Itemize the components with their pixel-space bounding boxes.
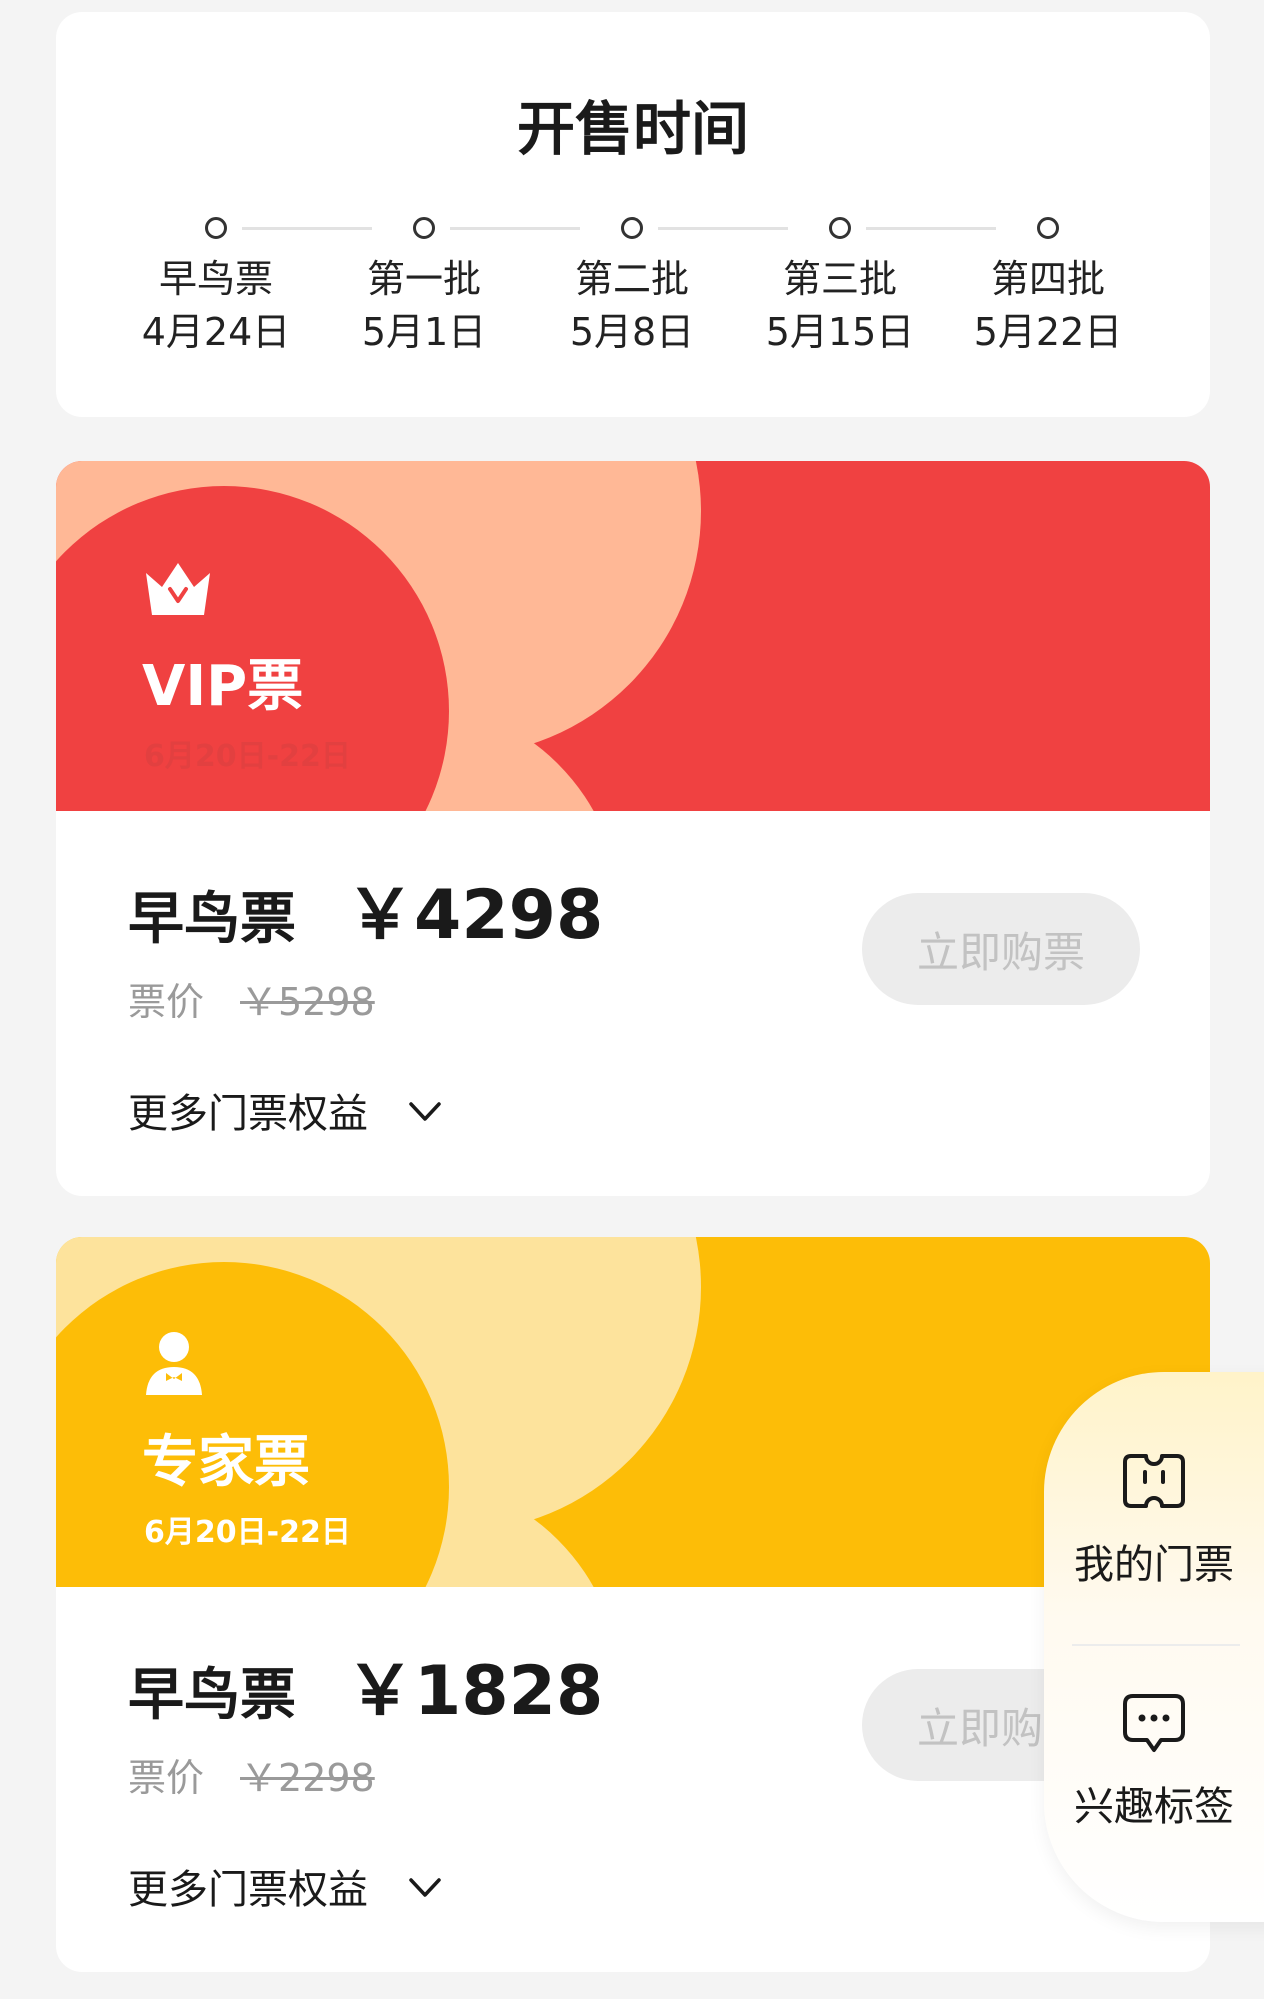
interest-tags-button[interactable]: 兴趣标签 <box>1044 1690 1264 1832</box>
step-date: 4月24日 <box>141 310 291 354</box>
ticket-banner: VIP票 6月20日-22日 <box>56 461 1210 811</box>
tier-price-line: 早鸟票 ￥1828 <box>128 1635 603 1734</box>
more-benefits-toggle[interactable]: 更多门票权益 <box>128 1081 442 1139</box>
original-price: ￥5298 <box>240 980 375 1024</box>
crown-icon <box>146 563 210 615</box>
chat-bubble-icon <box>1123 1694 1185 1752</box>
interest-tags-label: 兴趣标签 <box>1074 1784 1234 1830</box>
timeline-step-batch-4: 第四批 5月22日 <box>948 207 1148 361</box>
timeline-dot <box>205 217 227 239</box>
more-benefits-label: 更多门票权益 <box>128 1091 368 1137</box>
ticket-dates: 6月20日-22日 <box>144 1515 351 1550</box>
timeline-step-batch-1: 第一批 5月1日 <box>324 207 524 361</box>
ticket-name: VIP票 <box>142 654 304 719</box>
sale-timeline: 早鸟票 4月24日 第一批 5月1日 第二批 5月8日 第三批 5月15日 第四… <box>56 207 1210 377</box>
step-name: 第一批 <box>366 257 481 301</box>
more-benefits-toggle[interactable]: 更多门票权益 <box>128 1857 442 1915</box>
tier-label: 早鸟票 <box>128 1663 296 1728</box>
ticket-icon <box>1123 1454 1185 1508</box>
step-name: 早鸟票 <box>158 257 273 301</box>
sale-schedule-card: 开售时间 早鸟票 4月24日 第一批 5月1日 第二批 5月8日 第三批 5月1… <box>56 12 1210 417</box>
original-price: ￥2298 <box>240 1756 375 1800</box>
buy-now-button[interactable]: 立即购票 <box>862 893 1140 1005</box>
timeline-step-early-bird: 早鸟票 4月24日 <box>116 207 316 361</box>
tier-price: ￥4298 <box>346 876 604 955</box>
expert-ticket-card: 专家票 6月20日-22日 早鸟票 ￥1828 票价 ￥2298 更多门票权益 … <box>56 1237 1210 1972</box>
ticket-banner: 专家票 6月20日-22日 <box>56 1237 1210 1587</box>
tier-price-line: 早鸟票 ￥4298 <box>128 859 603 958</box>
original-price-label: 票价 <box>128 1756 205 1800</box>
step-date: 5月15日 <box>765 310 915 354</box>
step-name: 第四批 <box>990 257 1105 301</box>
tier-label: 早鸟票 <box>128 887 296 952</box>
ticket-dates: 6月20日-22日 <box>144 739 351 774</box>
timeline-dot <box>621 217 643 239</box>
step-date: 5月22日 <box>973 310 1123 354</box>
timeline-dot <box>829 217 851 239</box>
floating-action-panel: 我的门票 兴趣标签 <box>1044 1372 1264 1922</box>
step-name: 第二批 <box>574 257 689 301</box>
step-name: 第三批 <box>782 257 897 301</box>
chevron-down-icon <box>409 1878 441 1897</box>
tier-price: ￥1828 <box>346 1652 604 1731</box>
expert-person-icon <box>146 1332 202 1395</box>
step-date: 5月8日 <box>569 310 695 354</box>
timeline-step-batch-2: 第二批 5月8日 <box>532 207 732 361</box>
ticket-name: 专家票 <box>142 1430 310 1495</box>
schedule-title: 开售时间 <box>516 95 749 163</box>
step-date: 5月1日 <box>361 310 487 354</box>
my-tickets-button[interactable]: 我的门票 <box>1044 1448 1264 1590</box>
original-price-label: 票价 <box>128 980 205 1024</box>
vip-ticket-card: VIP票 6月20日-22日 早鸟票 ￥4298 票价 ￥5298 更多门票权益… <box>56 461 1210 1196</box>
panel-divider <box>1072 1644 1240 1646</box>
more-benefits-label: 更多门票权益 <box>128 1867 368 1913</box>
ticket-body: 早鸟票 ￥1828 票价 ￥2298 更多门票权益 立即购票 <box>56 1587 1210 1972</box>
chevron-down-icon <box>409 1102 441 1121</box>
original-price-line: 票价 ￥2298 <box>128 1747 375 1802</box>
timeline-step-batch-3: 第三批 5月15日 <box>740 207 940 361</box>
original-price-line: 票价 ￥5298 <box>128 971 375 1026</box>
timeline-dot <box>413 217 435 239</box>
timeline-dot <box>1037 217 1059 239</box>
my-tickets-label: 我的门票 <box>1074 1542 1234 1588</box>
ticket-body: 早鸟票 ￥4298 票价 ￥5298 更多门票权益 立即购票 <box>56 811 1210 1196</box>
